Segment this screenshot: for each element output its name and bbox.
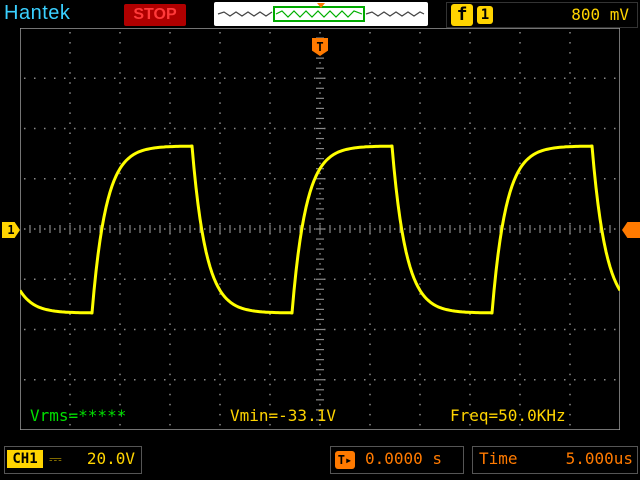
trigger-offset-value: 0.0000 s — [365, 449, 443, 468]
measurement-freq: Freq=50.0KHz — [450, 406, 566, 425]
trigger-level-marker[interactable] — [622, 222, 640, 238]
channel1-volts-per-div: 20.0V — [86, 449, 135, 468]
channel1-tag: CH1 — [7, 450, 43, 468]
waveform-display[interactable] — [20, 28, 620, 430]
run-stop-button[interactable]: STOP — [124, 4, 186, 26]
timebase-label: Time — [479, 449, 518, 468]
overview-trace-icon — [217, 3, 425, 22]
measurement-vmin: Vmin=-33.1V — [230, 406, 336, 425]
trigger-settings[interactable]: f 1 800 mV — [446, 2, 638, 28]
trigger-level: 800 mV — [571, 5, 629, 24]
graticule — [20, 28, 620, 430]
rising-edge-icon: f — [451, 4, 473, 26]
timebase-value: 5.000us — [565, 449, 633, 468]
brand-logo: Hantek — [4, 2, 71, 24]
channel1-settings[interactable]: CH1 ⎓ 20.0V — [4, 446, 142, 474]
dc-coupling-icon: ⎓ — [49, 449, 62, 468]
waveform-position-overview[interactable] — [214, 2, 428, 26]
channel1-ground-marker[interactable]: 1 — [2, 222, 20, 238]
trigger-channel-badge: 1 — [477, 6, 493, 24]
trigger-offset-settings[interactable]: T▸ 0.0000 s — [330, 446, 464, 474]
measurement-vrms: Vrms=***** — [30, 406, 127, 425]
timebase-settings[interactable]: Time 5.000us — [472, 446, 638, 474]
trigger-position-icon: T▸ — [335, 451, 355, 469]
